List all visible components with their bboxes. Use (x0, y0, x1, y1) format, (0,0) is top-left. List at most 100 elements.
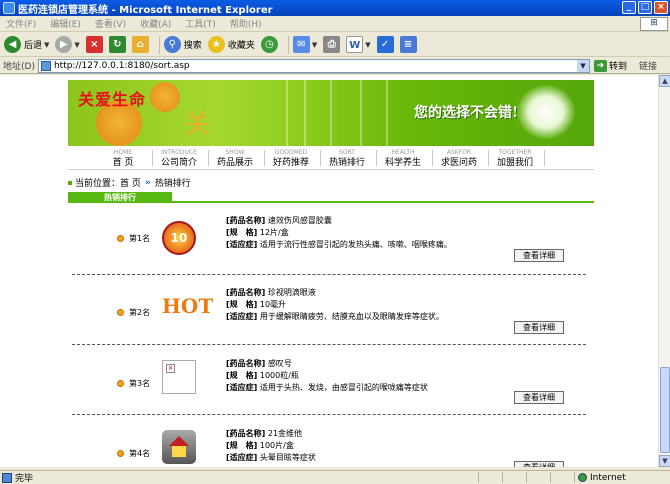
maximize-button[interactable]: □ (638, 1, 652, 14)
rank-label: 第1名 (129, 234, 151, 243)
back-dropdown-icon[interactable]: ▼ (44, 41, 49, 49)
url-input[interactable]: http://127.0.0.1:8180/sort.asp ▼ (37, 58, 590, 73)
url-text: http://127.0.0.1:8180/sort.asp (53, 60, 190, 71)
messenger-button[interactable]: ✓ (376, 36, 394, 53)
toolbar-divider (158, 35, 160, 54)
nav-cn-label: 首 页 (112, 158, 134, 168)
links-button[interactable]: 链接 (639, 59, 657, 72)
divider (72, 414, 586, 415)
menu-tools[interactable]: 工具(T) (179, 17, 224, 30)
nav-sort[interactable]: SORT 热销排行 (320, 148, 374, 169)
banner-hand-graphic (516, 84, 576, 140)
stop-icon: × (85, 36, 103, 53)
menu-view[interactable]: 查看(V) (89, 17, 134, 30)
section-header: 热销排行 (68, 192, 594, 203)
nav-health[interactable]: HEALTH 科学养生 (376, 148, 430, 169)
page-icon (40, 60, 51, 71)
history-icon: ◷ (260, 36, 278, 53)
close-button[interactable]: × (654, 1, 668, 14)
bullet-icon (117, 380, 124, 387)
menu-favorites[interactable]: 收藏(A) (134, 17, 179, 30)
product-indication: 适用于头热、发烧，由感冒引起的喉咙痛等症状 (259, 383, 428, 392)
stop-button[interactable]: × (85, 36, 103, 53)
product-image[interactable]: × (162, 360, 196, 394)
nav-en-label: SHOW (225, 149, 245, 156)
scroll-up-icon[interactable]: ▲ (659, 75, 670, 87)
nav-introduce[interactable]: INTRODUCE 公司简介 (152, 148, 206, 169)
back-button[interactable]: ◀ 后退 ▼ (4, 36, 49, 53)
search-label: 搜索 (183, 41, 202, 51)
breadcrumb-bullet (68, 180, 72, 185)
nav-askfor[interactable]: ASKFOR 求医问药 (432, 148, 486, 169)
minimize-button[interactable]: _ (622, 1, 636, 14)
refresh-button[interactable]: ↻ (108, 36, 126, 53)
go-label: 转到 (608, 62, 627, 72)
status-text: 完毕 (15, 474, 34, 484)
search-button[interactable]: ⚲ 搜索 (163, 36, 202, 53)
back-arrow-icon: ◀ (4, 36, 21, 53)
product-name: 21金维他 (267, 429, 303, 438)
menu-file[interactable]: 文件(F) (0, 17, 44, 30)
window-controls: _ □ × (622, 1, 668, 14)
banner-brand: 关爱生命 (78, 90, 147, 109)
view-detail-button[interactable]: 查看详细 (514, 321, 564, 334)
banner-brand-mark: 关 (184, 110, 211, 140)
rank: 第4名 (117, 448, 150, 459)
view-detail-button[interactable]: 查看详细 (514, 461, 564, 467)
print-button[interactable]: ⎙ (323, 36, 341, 53)
ie-icon (3, 2, 15, 14)
view-detail-button[interactable]: 查看详细 (514, 249, 564, 262)
breadcrumb-arrows-icon: » (144, 177, 151, 188)
breadcrumb: 当前位置：首 页 » 热销排行 (68, 176, 191, 189)
divider (72, 344, 586, 345)
nav-en-label: HOME (113, 149, 133, 156)
window-title: 医药连锁店管理系统 - Microsoft Internet Explorer (18, 4, 273, 16)
nav-goodmed[interactable]: GOODMED 好药推荐 (264, 148, 318, 169)
field-label: [适应症] (226, 453, 258, 462)
nav-together[interactable]: TOGETHER 加盟我们 (488, 148, 542, 169)
field-label: [适应症] (226, 383, 258, 392)
edit-dropdown-icon[interactable]: ▼ (365, 41, 370, 49)
url-dropdown-icon[interactable]: ▼ (576, 59, 589, 72)
windows-logo-icon: ⊞ (640, 17, 668, 31)
nav-cn-label: 好药推荐 (272, 158, 309, 168)
go-button[interactable]: ➜ 转到 (593, 59, 627, 72)
product-info: [药品名称] 感叹号 [规 格] 1000粒/瓶 [适应症] 适用于头热、发烧，… (226, 358, 428, 394)
mail-dropdown-icon[interactable]: ▼ (312, 41, 317, 49)
product-spec: 10毫升 (259, 300, 287, 309)
view-detail-button[interactable]: 查看详细 (514, 391, 564, 404)
scroll-thumb[interactable] (660, 367, 670, 453)
product-info: [药品名称] 21金维他 [规 格] 100片/盒 [适应症] 头晕目眩等症状 (226, 428, 316, 464)
bullet-icon (117, 450, 124, 457)
forward-button[interactable]: ▶ ▼ (55, 36, 80, 53)
mail-button[interactable]: ✉ ▼ (292, 36, 317, 53)
home-icon: ⌂ (131, 36, 149, 53)
banner-slogan: 您的选择不会错! (414, 105, 519, 121)
product-image[interactable]: HOT (162, 289, 213, 323)
product-image[interactable]: 10 (162, 221, 196, 255)
edit-button[interactable]: W ▼ (346, 36, 371, 53)
status-bar: 完毕 Internet (0, 470, 670, 484)
research-button[interactable]: ≡ (399, 36, 417, 53)
menu-edit[interactable]: 编辑(E) (44, 17, 89, 30)
forward-dropdown-icon[interactable]: ▼ (74, 41, 79, 49)
breadcrumb-current: 热销排行 (154, 179, 191, 189)
section-tab: 热销排行 (68, 192, 172, 203)
product-image[interactable] (162, 430, 196, 464)
rank: 第1名 (117, 233, 150, 244)
menu-help[interactable]: 帮助(H) (224, 17, 270, 30)
nav-show[interactable]: SHOW 药品展示 (208, 148, 262, 169)
favorites-button[interactable]: ★ 收藏夹 (207, 36, 255, 53)
messenger-icon: ✓ (376, 36, 394, 53)
field-label: [药品名称] (226, 288, 266, 297)
rank: 第2名 (117, 307, 150, 318)
address-label: 地址(D) (3, 62, 35, 72)
field-label: [适应症] (226, 312, 258, 321)
nav-home[interactable]: HOME 首 页 (96, 148, 150, 169)
scroll-down-icon[interactable]: ▼ (659, 455, 670, 467)
rank: 第3名 (117, 378, 150, 389)
vertical-scrollbar[interactable]: ▲ ▼ (658, 75, 670, 467)
history-button[interactable]: ◷ (260, 36, 278, 53)
title-bar: 医药连锁店管理系统 - Microsoft Internet Explorer … (0, 0, 670, 16)
home-button[interactable]: ⌂ (131, 36, 149, 53)
